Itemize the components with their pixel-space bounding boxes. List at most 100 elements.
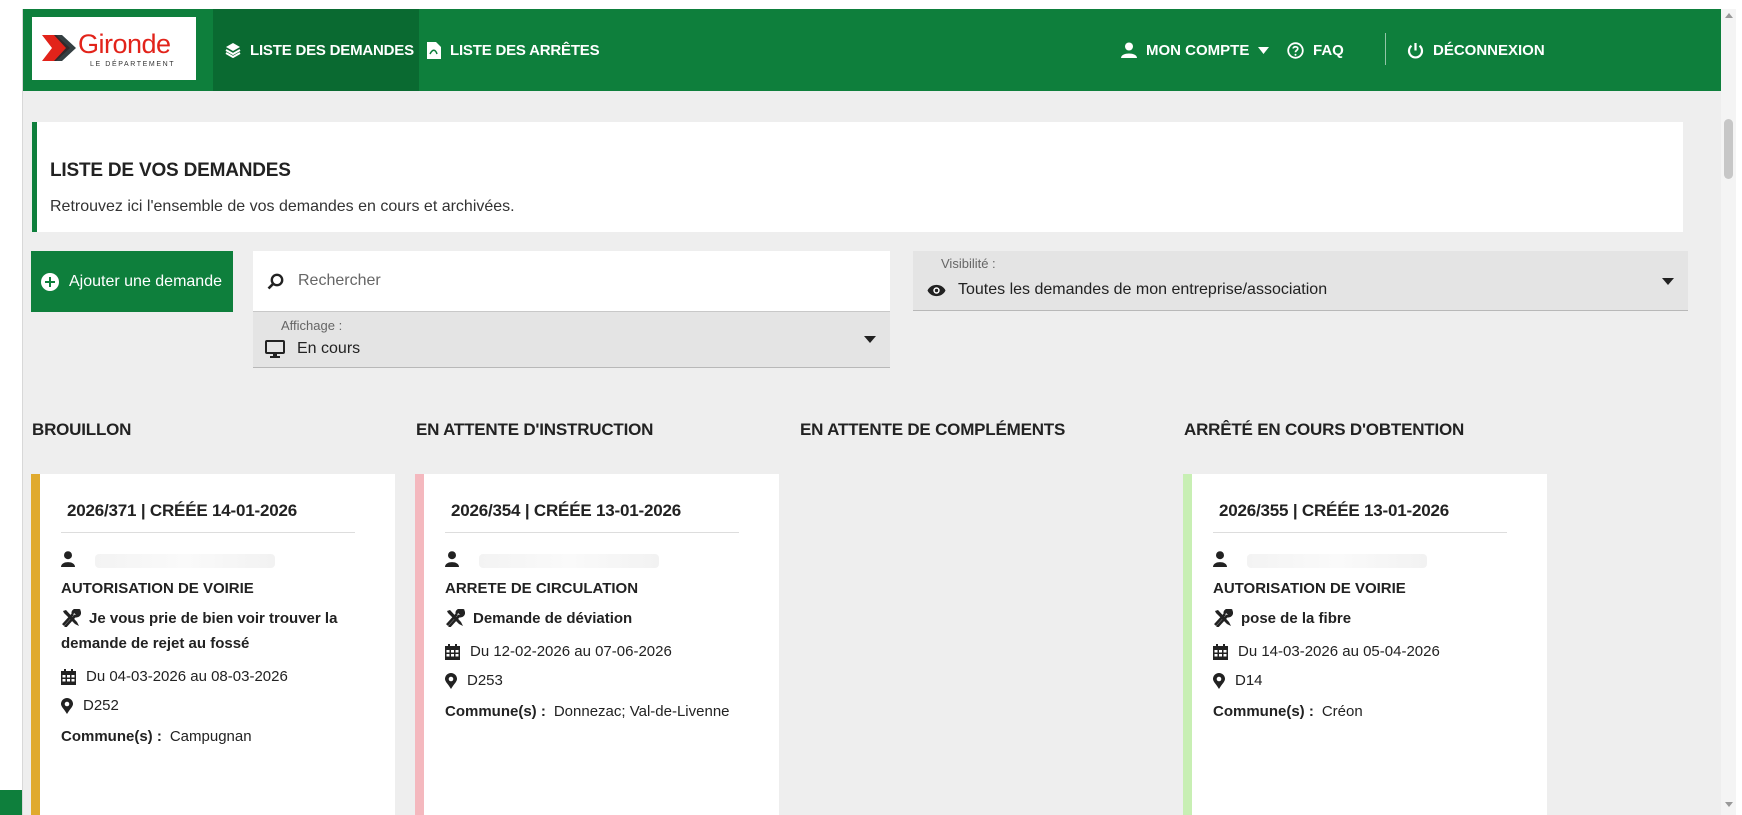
request-dates: Du 12-02-2026 au 07-06-2026 [445, 643, 672, 660]
scroll-up-icon[interactable] [1725, 13, 1733, 18]
request-commune: Commune(s) : Créon [1213, 703, 1363, 720]
background-window-edge [0, 790, 22, 815]
visibility-caret-icon [1662, 278, 1674, 285]
tools-icon [1214, 608, 1234, 628]
calendar-icon [1213, 643, 1228, 660]
request-dates-text: Du 14-03-2026 au 05-04-2026 [1238, 643, 1440, 660]
request-object: pose de la fibre [1213, 606, 1513, 631]
map-pin-icon [1213, 672, 1225, 689]
divider [61, 532, 355, 533]
account-menu[interactable]: MON COMPTE [1121, 9, 1270, 91]
user-icon [61, 551, 75, 567]
request-type: ARRETE DE CIRCULATION [445, 580, 639, 597]
map-pin-icon [445, 672, 457, 689]
request-card[interactable]: 2026/371 | CRÉÉE 14-01-2026 AUTORISATION… [31, 474, 395, 815]
logo-subtitle: LE DÉPARTEMENT [90, 61, 176, 68]
redacted-name [95, 554, 275, 568]
request-road-text: D14 [1235, 672, 1263, 689]
redacted-name [1247, 554, 1427, 568]
visibility-select[interactable]: Visibilité : Toutes les demandes de mon … [913, 251, 1688, 311]
help-circle-icon [1287, 41, 1304, 59]
monitor-icon [265, 340, 285, 358]
column-title-arrete-obtention: ARRÊTÉ EN COURS D'OBTENTION [1184, 420, 1465, 439]
page-title: LISTE DE VOS DEMANDES [50, 160, 291, 181]
browser-frame: Gironde LE DÉPARTEMENT LISTE DES DEMANDE… [0, 0, 1742, 815]
request-card[interactable]: 2026/355 | CRÉÉE 13-01-2026 AUTORISATION… [1183, 474, 1547, 815]
visibility-value-text: Toutes les demandes de mon entreprise/as… [958, 281, 1328, 298]
request-road: D252 [61, 697, 119, 714]
request-card[interactable]: 2026/354 | CRÉÉE 13-01-2026 ARRETE DE CI… [415, 474, 779, 815]
logout-label: DÉCONNEXION [1433, 41, 1545, 59]
commune-value: Campugnan [169, 728, 252, 745]
nav-divider [1385, 33, 1386, 65]
display-value-text: En cours [297, 340, 361, 357]
scroll-down-icon[interactable] [1725, 802, 1733, 807]
user-icon [445, 551, 459, 567]
request-road: D253 [445, 672, 503, 689]
gironde-logo[interactable]: Gironde LE DÉPARTEMENT [32, 17, 196, 80]
search-box [253, 251, 890, 312]
eye-icon [927, 284, 946, 296]
request-dates-text: Du 04-03-2026 au 08-03-2026 [86, 668, 288, 685]
redacted-name [479, 554, 659, 568]
status-bar [415, 474, 424, 815]
top-navbar: Gironde LE DÉPARTEMENT LISTE DES DEMANDE… [23, 9, 1732, 91]
tools-icon [62, 608, 82, 628]
request-dates: Du 04-03-2026 au 08-03-2026 [61, 668, 288, 685]
visibility-label: Visibilité : [941, 256, 996, 271]
pdf-file-icon [427, 41, 441, 59]
map-pin-icon [61, 697, 73, 714]
add-request-button[interactable]: Ajouter une demande [31, 251, 233, 312]
request-commune: Commune(s) : Campugnan [61, 728, 252, 745]
app-window: Gironde LE DÉPARTEMENT LISTE DES DEMANDE… [22, 9, 1732, 815]
search-icon [267, 273, 284, 289]
faq-link[interactable]: FAQ [1287, 9, 1344, 91]
request-road: D14 [1213, 672, 1263, 689]
display-select[interactable]: Affichage : En cours [253, 312, 890, 368]
nav-liste-demandes[interactable]: LISTE DES DEMANDES [213, 9, 419, 91]
logout-link[interactable]: DÉCONNEXION [1407, 9, 1545, 91]
divider [445, 532, 739, 533]
commune-label: Commune(s) : [445, 703, 546, 720]
request-dates-text: Du 12-02-2026 au 07-06-2026 [470, 643, 672, 660]
tools-icon [446, 608, 466, 628]
commune-value: Créon [1321, 703, 1363, 720]
request-object: Je vous prie de bien voir trouver la dem… [61, 606, 361, 656]
nav-liste-arretes-label: LISTE DES ARRÊTES [450, 41, 600, 59]
user-icon [1213, 551, 1227, 567]
plus-circle-icon [41, 272, 59, 291]
commune-value: Donnezac; Val-de-Livenne [553, 703, 730, 720]
power-icon [1407, 42, 1424, 59]
nav-liste-arretes[interactable]: LISTE DES ARRÊTES [427, 9, 600, 91]
page-header-card: LISTE DE VOS DEMANDES Retrouvez ici l'en… [32, 122, 1683, 232]
request-road-text: D253 [467, 672, 503, 689]
request-commune: Commune(s) : Donnezac; Val-de-Livenne [445, 703, 730, 720]
logo-chevron-icon [42, 35, 76, 61]
display-caret-icon [864, 336, 876, 343]
calendar-icon [61, 668, 76, 685]
display-label: Affichage : [281, 318, 343, 333]
logo-name: Gironde [78, 29, 171, 59]
calendar-icon [445, 643, 460, 660]
account-label: MON COMPTE [1146, 41, 1250, 59]
commune-label: Commune(s) : [61, 728, 162, 745]
layers-icon [225, 43, 241, 58]
column-title-brouillon: BROUILLON [32, 420, 132, 439]
scrollbar-thumb[interactable] [1724, 119, 1733, 179]
request-type: AUTORISATION DE VOIRIE [1213, 580, 1406, 597]
display-value: En cours [265, 340, 360, 358]
request-reference: 2026/371 | CRÉÉE 14-01-2026 [67, 501, 297, 520]
caret-down-icon [1258, 46, 1270, 54]
user-icon [1121, 42, 1137, 58]
request-object-text: Demande de déviation [473, 610, 633, 627]
request-object-text: pose de la fibre [1241, 610, 1352, 627]
vertical-scrollbar[interactable] [1721, 9, 1736, 815]
page-subtitle: Retrouvez ici l'ensemble de vos demandes… [50, 198, 515, 215]
request-reference: 2026/354 | CRÉÉE 13-01-2026 [451, 501, 681, 520]
column-title-attente-complements: EN ATTENTE DE COMPLÉMENTS [800, 420, 1066, 439]
nav-liste-demandes-label: LISTE DES DEMANDES [250, 41, 414, 59]
search-input[interactable] [298, 272, 858, 290]
request-object: Demande de déviation [445, 606, 745, 631]
request-reference: 2026/355 | CRÉÉE 13-01-2026 [1219, 501, 1449, 520]
divider [1213, 532, 1507, 533]
